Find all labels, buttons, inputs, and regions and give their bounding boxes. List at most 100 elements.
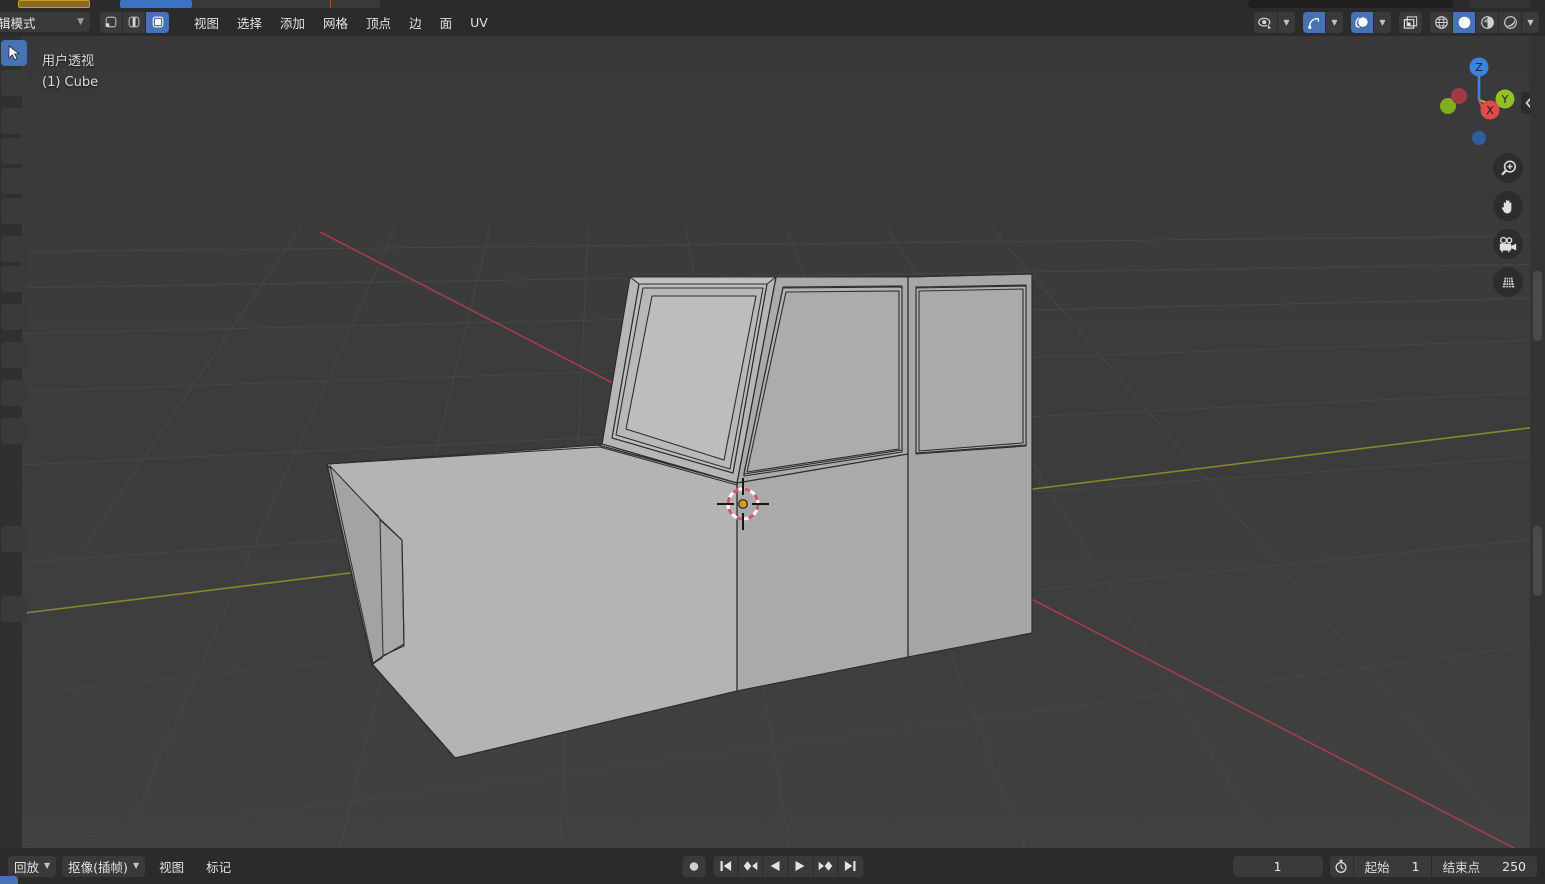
keying-menu[interactable]: 抠像(插帧) ▼ xyxy=(62,855,146,877)
tool-move[interactable] xyxy=(1,108,27,134)
play-button[interactable] xyxy=(788,855,813,877)
right-strip-thumb-a[interactable] xyxy=(1533,271,1542,341)
timeline-view-menu[interactable]: 视图 xyxy=(151,854,192,879)
playback-menu-label: 回放 xyxy=(14,859,40,875)
stopwatch-icon xyxy=(1335,859,1347,873)
face-select-mode[interactable] xyxy=(146,11,169,33)
sliver-field-right xyxy=(1248,0,1453,8)
camera-view-button[interactable] xyxy=(1493,229,1523,259)
tool-annotate[interactable] xyxy=(1,236,27,262)
tool-inset-faces[interactable] xyxy=(1,342,27,368)
toggle-orthographic-icon xyxy=(1501,276,1515,288)
snapping-toggle[interactable] xyxy=(1303,12,1326,33)
shading-solid[interactable] xyxy=(1453,12,1476,33)
transport-button-group xyxy=(713,855,863,877)
menu-view[interactable]: 视图 xyxy=(185,10,228,35)
frame-end-field[interactable]: 结束点 250 xyxy=(1432,856,1537,877)
pan-view-button[interactable] xyxy=(1493,191,1523,221)
skip-start-icon xyxy=(720,861,731,871)
tool-rotate[interactable] xyxy=(1,138,27,164)
frame-end-label: 结束点 xyxy=(1442,859,1481,875)
tool-loop-cut[interactable] xyxy=(1,418,27,444)
next-keyframe-icon xyxy=(818,861,832,871)
proportional-editing-group: ▼ xyxy=(1351,12,1391,33)
shading-wireframe[interactable] xyxy=(1430,12,1453,33)
keying-menu-label: 抠像(插帧) xyxy=(68,859,128,875)
viewport-right-strip[interactable] xyxy=(1530,36,1545,848)
frame-start-label: 起始 xyxy=(1364,859,1390,875)
frame-range-controls: 1 起始 1 结束点 250 xyxy=(1232,855,1537,877)
frame-start-field[interactable]: 起始 1 xyxy=(1354,855,1432,877)
menu-vertex[interactable]: 顶点 xyxy=(357,10,400,35)
shading-options-chevron[interactable]: ▼ xyxy=(1522,12,1539,33)
xray-toggle[interactable] xyxy=(1399,12,1422,33)
tool-tweak-select[interactable] xyxy=(1,40,27,66)
shading-material[interactable] xyxy=(1476,12,1499,33)
timeline-marker-menu[interactable]: 标记 xyxy=(198,854,239,879)
tool-cursor[interactable] xyxy=(1,70,27,96)
navigation-gizmo[interactable]: Y X Z xyxy=(1431,52,1527,148)
shading-rendered[interactable] xyxy=(1499,12,1522,33)
proportional-falloff-chevron[interactable]: ▼ xyxy=(1374,12,1391,33)
prev-keyframe-icon xyxy=(743,861,757,871)
use-preview-range-button[interactable] xyxy=(1330,855,1354,877)
visibility-selectability-group: ▼ xyxy=(1254,12,1295,33)
proportional-editing-toggle[interactable] xyxy=(1351,12,1374,33)
3d-viewport[interactable]: 用户透视 (1) Cube Y X Z xyxy=(0,36,1545,848)
toggle-orthographic-button[interactable] xyxy=(1493,267,1523,297)
next-keyframe-button[interactable] xyxy=(813,855,838,877)
play-reverse-button[interactable] xyxy=(763,855,788,877)
visibility-selectability-toggle[interactable] xyxy=(1254,12,1278,33)
previous-keyframe-button[interactable] xyxy=(738,855,763,877)
snapping-group: ▼ xyxy=(1303,12,1343,33)
tool-knife[interactable] xyxy=(1,526,27,552)
camera-view-icon xyxy=(1499,236,1517,252)
vertex-select-mode[interactable] xyxy=(100,11,123,33)
frame-start-value: 1 xyxy=(1411,858,1420,874)
right-strip-thumb-b[interactable] xyxy=(1533,526,1542,596)
tool-bevel[interactable] xyxy=(1,380,27,406)
tool-transform[interactable] xyxy=(1,198,27,224)
gizmo-label-x: X xyxy=(1486,104,1494,117)
sliver-tab-row-2 xyxy=(330,0,380,8)
zoom-view-button[interactable] xyxy=(1493,153,1523,183)
viewport-shading-group: ▼ xyxy=(1430,12,1539,33)
menu-uv[interactable]: UV xyxy=(461,12,497,33)
play-icon xyxy=(795,861,805,871)
sliver-tab-orange xyxy=(18,0,90,8)
play-reverse-icon xyxy=(770,861,780,871)
header-right-tools: ▼ ▼ ▼ ▼ xyxy=(1246,12,1539,33)
gizmo-label-y: Y xyxy=(1501,93,1509,106)
interaction-mode-dropdown[interactable]: 辑模式 ▼ xyxy=(0,12,90,32)
snapping-options-chevron[interactable]: ▼ xyxy=(1326,12,1343,33)
tool-measure[interactable] xyxy=(1,266,27,292)
gizmo-label-z: Z xyxy=(1475,61,1483,74)
menu-edge[interactable]: 边 xyxy=(400,10,431,35)
interaction-mode-label: 辑模式 xyxy=(0,15,36,31)
menu-add[interactable]: 添加 xyxy=(271,10,314,35)
pan-view-icon xyxy=(1501,198,1513,214)
jump-to-start-button[interactable] xyxy=(713,855,738,877)
mesh-select-mode-group xyxy=(100,11,169,33)
tool-poly-build[interactable] xyxy=(1,596,27,622)
auto-keying-record-button[interactable] xyxy=(682,855,705,877)
current-frame-field[interactable]: 1 xyxy=(1232,855,1323,877)
chevron-down-icon: ▼ xyxy=(1527,17,1534,27)
upper-window-sliver xyxy=(0,0,1545,8)
tool-extrude[interactable] xyxy=(1,304,27,330)
menu-select[interactable]: 选择 xyxy=(228,10,271,35)
menu-face[interactable]: 面 xyxy=(431,10,462,35)
edge-select-mode[interactable] xyxy=(123,11,146,33)
menu-mesh[interactable]: 网格 xyxy=(314,10,357,35)
zoom-view-icon xyxy=(1500,159,1516,175)
viewport-menu-bar: 视图 选择 添加 网格 顶点 边 面 UV xyxy=(185,10,497,35)
record-circle-icon xyxy=(689,861,698,871)
sliver-field-right-2 xyxy=(1469,0,1531,8)
jump-to-end-button[interactable] xyxy=(838,855,863,877)
playback-menu[interactable]: 回放 ▼ xyxy=(8,855,57,877)
visibility-options-chevron[interactable]: ▼ xyxy=(1278,12,1295,33)
gizmo-axis-x-negative xyxy=(1451,88,1467,104)
blender-window: 辑模式 ▼ 视图 选择 添加 网格 顶点 边 面 UV ▼ ▼ ▼ ▼ 用户透视… xyxy=(0,0,1545,884)
tool-scale[interactable] xyxy=(1,168,27,194)
editor-type-corner[interactable] xyxy=(0,876,18,884)
